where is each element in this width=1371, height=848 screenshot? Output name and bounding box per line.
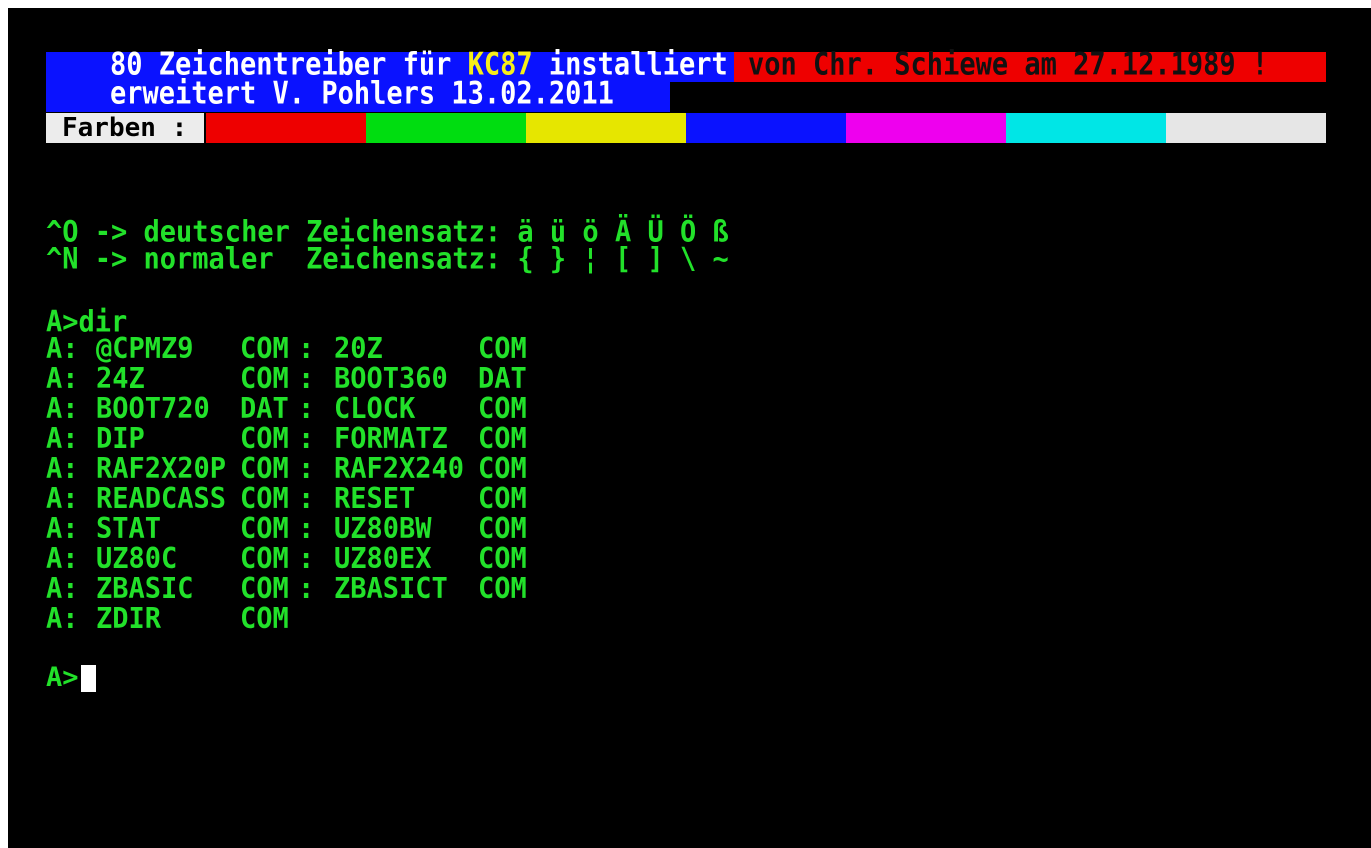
file-extension: COM <box>240 422 289 456</box>
file-name: @CPMZ9 <box>96 332 194 366</box>
file-name: RAF2X240 <box>334 452 465 486</box>
file-name: STAT <box>96 512 162 546</box>
file-name: RAF2X20P <box>96 452 227 486</box>
drive-letter: A: <box>46 542 79 576</box>
color-swatch <box>686 113 846 143</box>
file-name: ZBASICT <box>334 572 448 606</box>
drive-letter: A: <box>46 602 79 636</box>
file-name: READCASS <box>96 482 227 516</box>
drive-letter: A: <box>46 482 79 516</box>
drive-letter: A: <box>46 452 79 486</box>
file-extension: COM <box>478 512 527 546</box>
banner-gap <box>670 82 734 112</box>
file-extension: COM <box>478 542 527 576</box>
color-swatch <box>526 113 686 143</box>
banner-line2: erweitert V. Pohlers 13.02.2011 <box>110 75 614 112</box>
drive-letter: A: <box>46 512 79 546</box>
drive-letter: A: <box>46 572 79 606</box>
file-extension: COM <box>240 362 289 396</box>
file-name: UZ80BW <box>334 512 432 546</box>
file-name: FORMATZ <box>334 422 448 456</box>
file-extension: COM <box>240 452 289 486</box>
color-swatch <box>1166 113 1326 143</box>
column-separator: : <box>298 512 315 546</box>
prompt-text: A> <box>46 662 79 693</box>
file-name: CLOCK <box>334 392 416 426</box>
drive-letter: A: <box>46 332 79 366</box>
file-name: RESET <box>334 482 416 516</box>
command-prompt[interactable]: A> <box>46 663 96 693</box>
file-extension: COM <box>478 392 527 426</box>
color-swatch <box>206 113 366 143</box>
file-name: ZBASIC <box>96 572 194 606</box>
file-extension: COM <box>478 332 527 366</box>
file-extension: DAT <box>478 362 527 396</box>
file-extension: COM <box>478 572 527 606</box>
color-swatch <box>366 113 526 143</box>
file-name: 24Z <box>96 362 145 396</box>
file-extension: COM <box>478 422 527 456</box>
file-extension: COM <box>478 482 527 516</box>
text-cursor <box>80 665 96 692</box>
file-name: UZ80C <box>96 542 178 576</box>
file-extension: COM <box>240 332 289 366</box>
file-name: 20Z <box>334 332 383 366</box>
screen-border-left <box>0 0 8 848</box>
charset-line-normal: ^N -> normaler Zeichensatz: { } ¦ [ ] \ … <box>46 241 729 276</box>
drive-letter: A: <box>46 392 79 426</box>
column-separator: : <box>298 422 315 456</box>
column-separator: : <box>298 452 315 486</box>
column-separator: : <box>298 482 315 516</box>
file-extension: COM <box>240 512 289 546</box>
color-swatch <box>846 113 1006 143</box>
column-separator: : <box>298 392 315 426</box>
color-swatch <box>1006 113 1166 143</box>
file-name: DIP <box>96 422 145 456</box>
column-separator: : <box>298 542 315 576</box>
banner-author-credit: von Chr. Schiewe am 27.12.1989 ! <box>748 46 1269 83</box>
file-name: ZDIR <box>96 602 162 636</box>
column-separator: : <box>298 332 315 366</box>
file-name: BOOT720 <box>96 392 210 426</box>
column-separator: : <box>298 572 315 606</box>
file-name: UZ80EX <box>334 542 432 576</box>
file-extension: COM <box>478 452 527 486</box>
file-extension: COM <box>240 572 289 606</box>
colors-label: Farben : <box>46 113 204 143</box>
file-extension: DAT <box>240 392 289 426</box>
screen-border-top <box>0 0 1371 8</box>
file-name: BOOT360 <box>334 362 448 396</box>
file-extension: COM <box>240 542 289 576</box>
terminal-screen[interactable]: 80 Zeichentreiber für KC87 installiert v… <box>0 0 1371 848</box>
drive-letter: A: <box>46 362 79 396</box>
column-separator: : <box>298 362 315 396</box>
drive-letter: A: <box>46 422 79 456</box>
file-extension: COM <box>240 602 289 636</box>
file-extension: COM <box>240 482 289 516</box>
